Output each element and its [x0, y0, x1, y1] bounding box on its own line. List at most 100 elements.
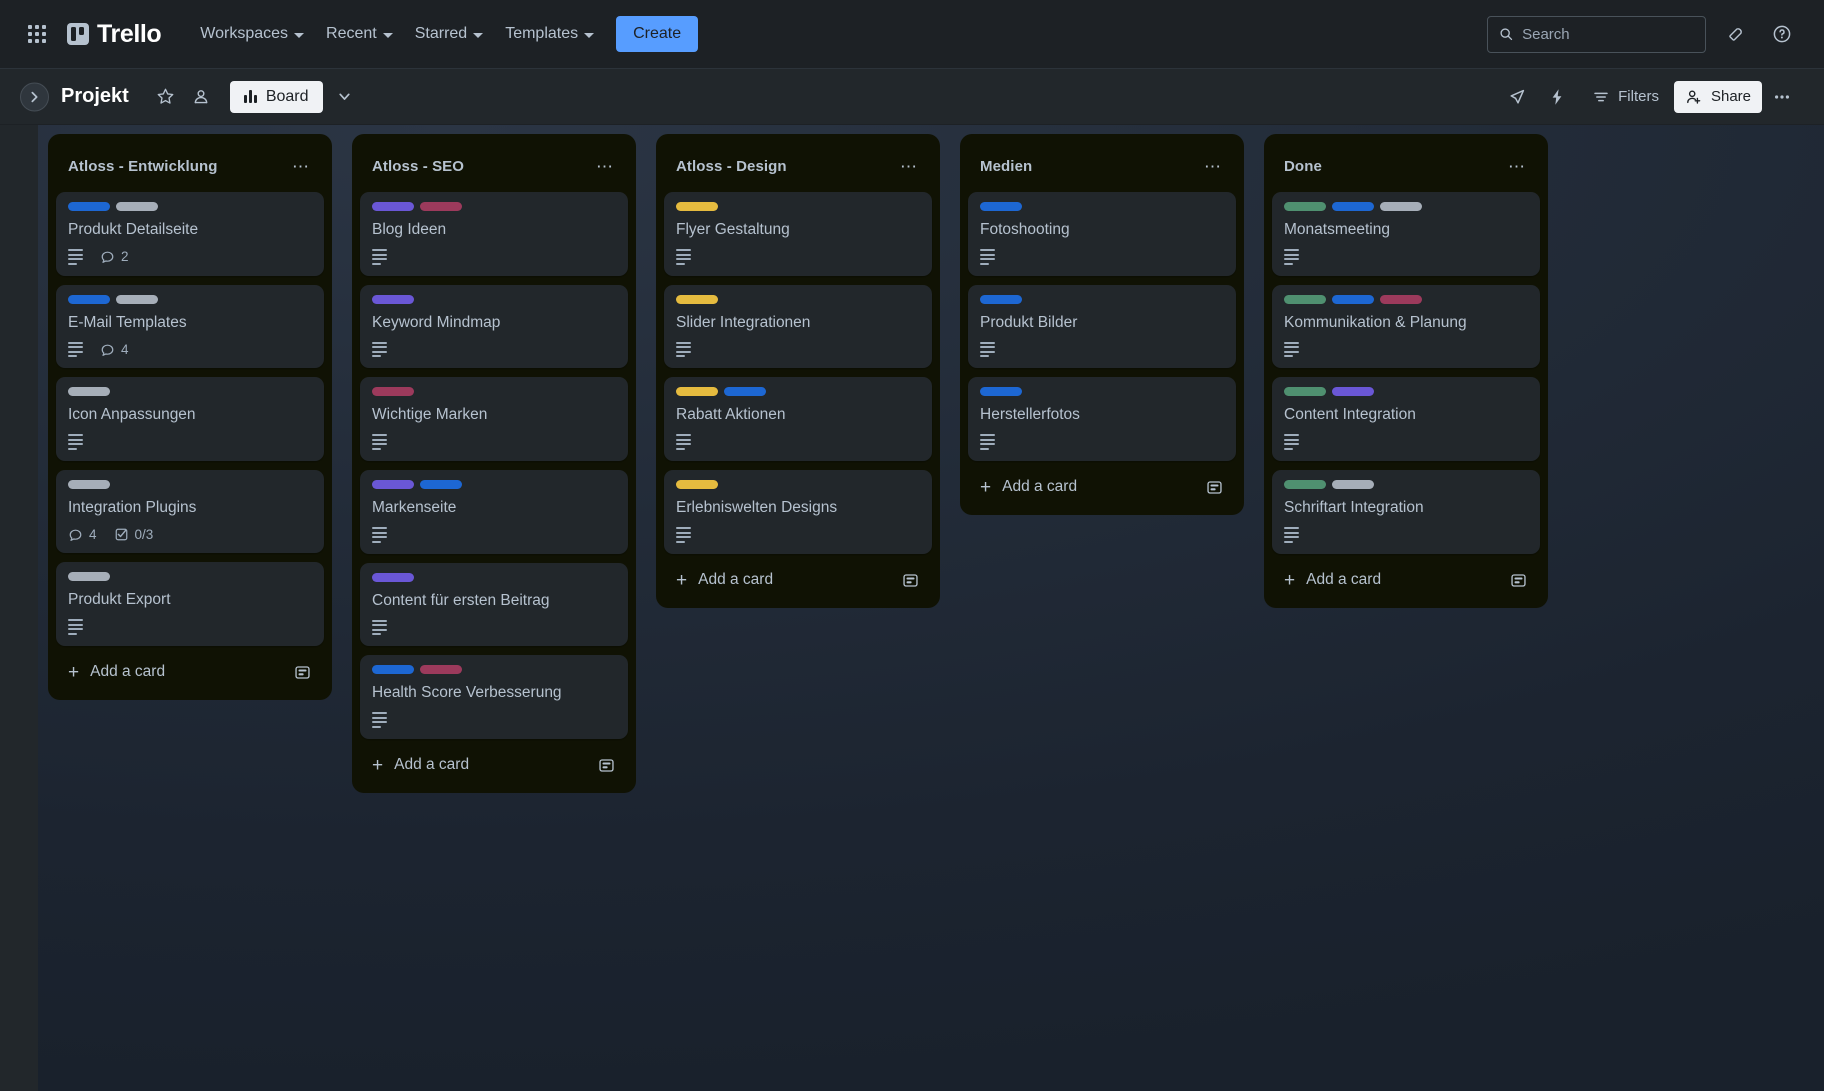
card-label-green[interactable]	[1284, 294, 1326, 304]
card-label-gray[interactable]	[68, 387, 110, 397]
share-board-rocket-button[interactable]	[1501, 81, 1532, 112]
card-label-pink[interactable]	[1380, 294, 1422, 304]
card-label-blue[interactable]	[1332, 294, 1374, 304]
create-button[interactable]: Create	[616, 16, 699, 52]
nav-workspaces[interactable]: Workspaces	[189, 18, 315, 50]
list-menu-icon[interactable]: ⋯	[1504, 153, 1530, 179]
board-card[interactable]: Erlebniswelten Designs	[664, 469, 932, 554]
card-label-yellow[interactable]	[676, 387, 718, 397]
list-menu-icon[interactable]: ⋯	[592, 153, 618, 179]
add-card-button[interactable]: + Add a card	[968, 465, 1236, 507]
card-label-green[interactable]	[1284, 479, 1326, 489]
board-card[interactable]: Fotoshooting	[968, 192, 1236, 276]
add-card-button[interactable]: + Add a card	[360, 743, 628, 785]
board-card[interactable]: Blog Ideen	[360, 192, 628, 276]
card-label-pink[interactable]	[420, 665, 462, 675]
board-card[interactable]: Markenseite	[360, 469, 628, 554]
board-card[interactable]: Icon Anpassungen	[56, 377, 324, 461]
trello-logo[interactable]: Trello	[67, 20, 162, 49]
board-card[interactable]: Produkt Bilder	[968, 284, 1236, 369]
card-label-green[interactable]	[1284, 387, 1326, 397]
share-button[interactable]: Share	[1673, 80, 1762, 113]
filters-button[interactable]: Filters	[1581, 81, 1670, 113]
add-card-button[interactable]: + Add a card	[1272, 558, 1540, 600]
card-label-yellow[interactable]	[676, 479, 718, 489]
card-label-blue[interactable]	[420, 479, 462, 489]
board-card[interactable]: Health Score Verbesserung	[360, 655, 628, 739]
card-label-blue[interactable]	[980, 202, 1022, 211]
card-label-blue[interactable]	[724, 387, 766, 397]
card-label-blue[interactable]	[68, 202, 110, 211]
board-view-dropdown-button[interactable]	[329, 81, 360, 112]
create-from-template-button[interactable]	[1205, 478, 1224, 497]
sidebar-toggle-button[interactable]	[20, 82, 49, 111]
card-label-gray[interactable]	[116, 294, 158, 304]
list-title[interactable]: Atloss - Design	[676, 158, 787, 175]
create-from-template-button[interactable]	[1509, 571, 1528, 590]
star-board-button[interactable]	[150, 81, 181, 112]
card-label-blue[interactable]	[1332, 202, 1374, 211]
board-card[interactable]: Wichtige Marken	[360, 377, 628, 461]
board-card[interactable]: Slider Integrationen	[664, 284, 932, 369]
card-label-gray[interactable]	[1332, 479, 1374, 489]
card-label-blue[interactable]	[980, 387, 1022, 397]
card-label-yellow[interactable]	[676, 294, 718, 304]
board-card[interactable]: Schriftart Integration	[1272, 469, 1540, 554]
list-menu-icon[interactable]: ⋯	[896, 153, 922, 179]
board-card[interactable]: Produkt Export	[56, 562, 324, 646]
list-title[interactable]: Medien	[980, 158, 1032, 175]
card-label-blue[interactable]	[68, 294, 110, 304]
board-visibility-button[interactable]	[186, 81, 217, 112]
board-card[interactable]: Flyer Gestaltung	[664, 192, 932, 276]
card-label-purple[interactable]	[372, 202, 414, 211]
nav-recent[interactable]: Recent	[315, 18, 404, 50]
list-title[interactable]: Done	[1284, 158, 1322, 175]
board-card[interactable]: Keyword Mindmap	[360, 284, 628, 369]
card-label-purple[interactable]	[372, 294, 414, 304]
notifications-button[interactable]	[1719, 18, 1752, 51]
nav-starred[interactable]: Starred	[404, 18, 494, 50]
board-card[interactable]: E-Mail Templates 4	[56, 284, 324, 369]
board-card[interactable]: Kommunikation & Planung	[1272, 284, 1540, 369]
board-overflow-menu-button[interactable]	[1766, 81, 1797, 112]
card-label-purple[interactable]	[372, 479, 414, 489]
card-label-gray[interactable]	[68, 479, 110, 489]
card-label-blue[interactable]	[980, 294, 1022, 304]
board-card[interactable]: Integration Plugins 4 0/3	[56, 469, 324, 554]
apps-grid-icon[interactable]	[26, 23, 48, 45]
search-box[interactable]	[1487, 15, 1706, 53]
board-card[interactable]: Rabatt Aktionen	[664, 377, 932, 461]
create-from-template-button[interactable]	[901, 571, 920, 590]
card-label-gray[interactable]	[68, 572, 110, 582]
search-input[interactable]	[1522, 25, 1694, 43]
add-card-label: Add a card	[90, 663, 166, 681]
add-card-button[interactable]: + Add a card	[56, 650, 324, 692]
card-label-pink[interactable]	[372, 387, 414, 397]
list-menu-icon[interactable]: ⋯	[288, 153, 314, 179]
board-card[interactable]: Content Integration	[1272, 377, 1540, 461]
board-card[interactable]: Produkt Detailseite 2	[56, 192, 324, 276]
board-card[interactable]: Herstellerfotos	[968, 377, 1236, 461]
card-label-purple[interactable]	[1332, 387, 1374, 397]
card-label-green[interactable]	[1284, 202, 1326, 211]
add-card-button[interactable]: + Add a card	[664, 558, 932, 600]
board-card[interactable]: Monatsmeeting	[1272, 192, 1540, 276]
card-label-purple[interactable]	[372, 572, 414, 582]
create-from-template-button[interactable]	[597, 756, 616, 775]
create-from-template-button[interactable]	[293, 663, 312, 682]
card-label-blue[interactable]	[372, 665, 414, 675]
list-menu-icon[interactable]: ⋯	[1200, 153, 1226, 179]
card-label-yellow[interactable]	[676, 202, 718, 211]
help-button[interactable]	[1765, 18, 1798, 51]
card-label-gray[interactable]	[116, 202, 158, 211]
list-title[interactable]: Atloss - SEO	[372, 158, 464, 175]
card-label-pink[interactable]	[420, 202, 462, 211]
board-view-switcher[interactable]: Board	[229, 80, 323, 113]
board-title[interactable]: Projekt	[54, 81, 136, 112]
board-card[interactable]: Content für ersten Beitrag	[360, 562, 628, 647]
automation-button[interactable]	[1541, 81, 1572, 112]
card-label-gray[interactable]	[1380, 202, 1422, 211]
chevron-down-icon	[584, 32, 595, 38]
list-title[interactable]: Atloss - Entwicklung	[68, 158, 218, 175]
nav-templates[interactable]: Templates	[494, 18, 605, 50]
